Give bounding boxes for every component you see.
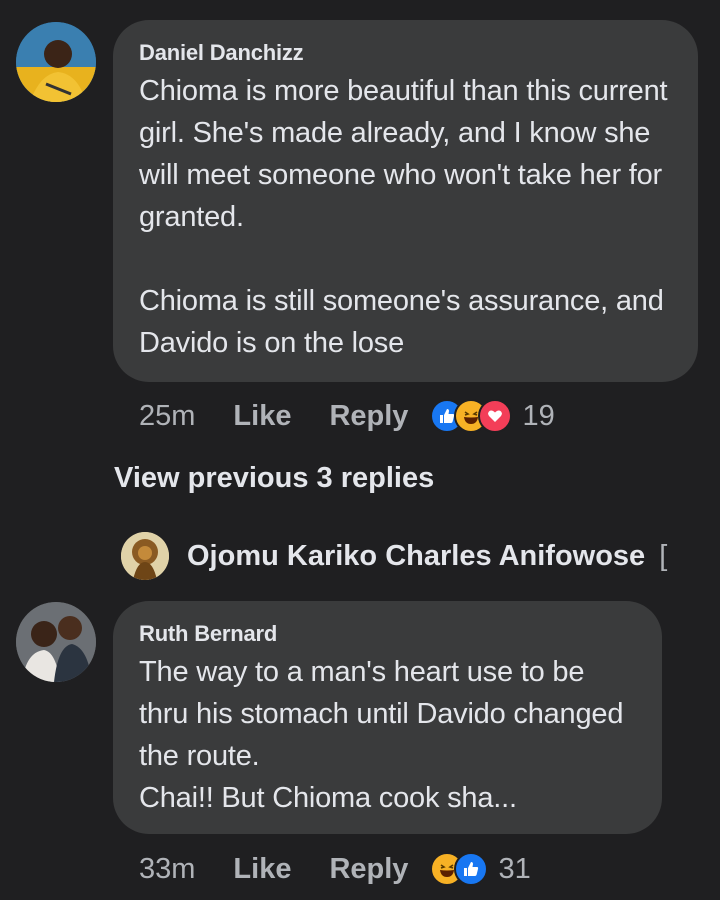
like-button[interactable]: Like — [233, 400, 291, 433]
like-icon — [454, 852, 489, 886]
love-icon — [478, 399, 513, 433]
reply-author[interactable]: Ojomu Kariko Charles Anifowose — [187, 540, 645, 573]
reaction-count[interactable]: 19 — [522, 400, 554, 433]
comment-text: The way to a man's heart use to be thru … — [139, 656, 624, 814]
comment-timestamp[interactable]: 33m — [139, 853, 195, 886]
avatar-photo — [16, 22, 96, 102]
avatar-ruth-bernard[interactable] — [16, 602, 96, 682]
comment-author[interactable]: Daniel Danchizz — [139, 40, 672, 66]
reaction-count[interactable]: 31 — [498, 853, 530, 886]
collapsed-reply[interactable]: Ojomu Kariko Charles Anifowose [ — [121, 532, 667, 580]
view-previous-replies-link[interactable]: View previous 3 replies — [114, 462, 434, 495]
like-button[interactable]: Like — [233, 853, 291, 886]
avatar-ojomu[interactable] — [121, 532, 169, 580]
avatar-photo — [121, 532, 169, 580]
comment-actions: 25m Like Reply 19 — [139, 396, 555, 436]
comment-actions: 33m Like Reply 31 — [139, 849, 531, 889]
comment-text: Chioma is more beautiful than this curre… — [139, 75, 668, 359]
reply-truncated-glyph: [ — [659, 539, 668, 572]
avatar-daniel-danchizz[interactable] — [16, 22, 96, 102]
comment-bubble[interactable]: Daniel Danchizz Chioma is more beautiful… — [113, 20, 698, 382]
reply-button[interactable]: Reply — [329, 400, 408, 433]
comment-author[interactable]: Ruth Bernard — [139, 621, 636, 647]
avatar-photo — [16, 602, 96, 682]
reply-button[interactable]: Reply — [329, 853, 408, 886]
reaction-summary[interactable] — [430, 399, 513, 433]
reaction-summary[interactable] — [430, 852, 489, 886]
comment-bubble[interactable]: Ruth Bernard The way to a man's heart us… — [113, 601, 662, 834]
comment-timestamp[interactable]: 25m — [139, 400, 195, 433]
